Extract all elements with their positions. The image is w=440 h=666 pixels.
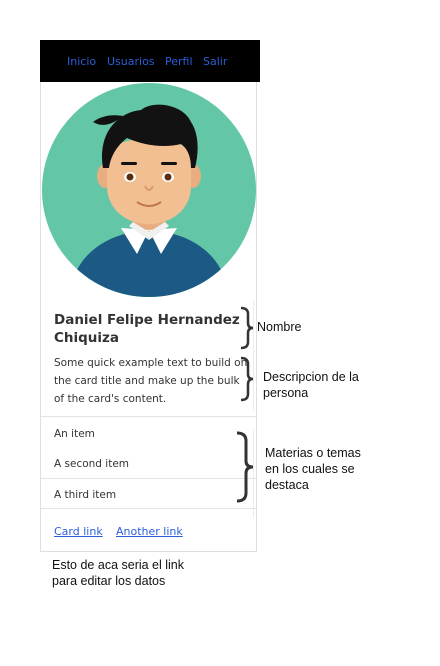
brace-icon (236, 431, 254, 503)
nav-link-salir[interactable]: Salir (203, 55, 227, 68)
divider (41, 478, 256, 479)
annotation-name: Nombre (257, 320, 302, 334)
brace-icon (240, 356, 254, 402)
top-navbar: Inicio Usuarios Perfil Salir (40, 40, 260, 82)
profile-card: Daniel Felipe Hernandez Chiquiza Some qu… (40, 82, 257, 552)
another-link[interactable]: Another link (116, 525, 183, 538)
annotation-subjects: Materias o temas en los cuales se destac… (265, 446, 361, 492)
nav-link-perfil[interactable]: Perfil (165, 55, 193, 68)
list-item: A third item (54, 489, 117, 501)
nav-link-inicio[interactable]: Inicio (67, 55, 96, 68)
annotation-description: Descripcion de la persona (263, 370, 359, 400)
divider (41, 416, 256, 417)
card-link[interactable]: Card link (54, 525, 103, 538)
brace-icon (240, 306, 254, 350)
nav-link-usuarios[interactable]: Usuarios (107, 55, 155, 68)
card-title: Daniel Felipe Hernandez Chiquiza (54, 312, 240, 346)
avatar (42, 83, 256, 297)
annotation-edit-link: Esto de aca seria el link para editar lo… (52, 558, 185, 588)
divider (41, 508, 256, 509)
list-item: An item (54, 428, 95, 440)
list-item: A second item (54, 458, 130, 470)
card-description: Some quick example text to build on the … (54, 357, 248, 405)
